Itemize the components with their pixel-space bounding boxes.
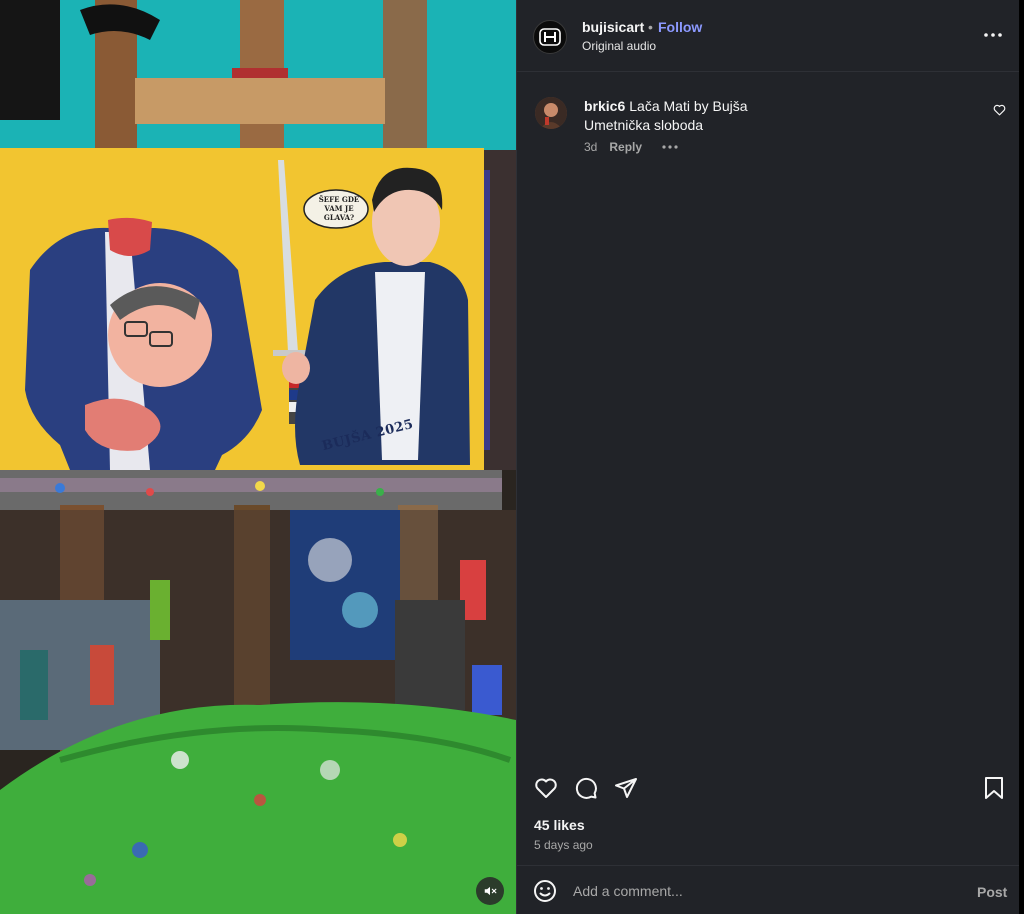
- comment-like-button[interactable]: [993, 103, 1006, 121]
- author-username[interactable]: bujisicart: [582, 19, 644, 35]
- emoji-button[interactable]: [533, 879, 557, 903]
- comment-meta: 3d Reply: [584, 140, 678, 154]
- comment-item: brkic6 Lača Mati by Bujša Umetnička slobo…: [533, 93, 1008, 163]
- comment-line-1: Lača Mati by Bujša: [629, 98, 748, 114]
- post-media[interactable]: ŠEFE GDE VAM JE GLAVA? BUJŠA 2025: [0, 0, 516, 914]
- header-separator: •: [648, 19, 653, 35]
- more-horizontal-icon: [662, 145, 678, 149]
- add-comment-bar: Post: [517, 865, 1020, 914]
- post-options-button[interactable]: [982, 24, 1004, 46]
- post-actions: [517, 770, 1020, 810]
- save-button[interactable]: [980, 774, 1008, 802]
- comment-text: brkic6 Lača Mati by Bujša Umetnička slobo…: [584, 97, 974, 135]
- heart-icon: [535, 778, 557, 798]
- emoji-icon: [534, 880, 556, 902]
- mute-button[interactable]: [476, 877, 504, 905]
- comment-options-button[interactable]: [662, 145, 678, 149]
- avatar-image: [535, 97, 567, 129]
- heart-icon: [993, 104, 1006, 116]
- post-panel: bujisicart • Follow Original audio brkic…: [516, 0, 1020, 914]
- comment-button[interactable]: [572, 774, 600, 802]
- commenter-username[interactable]: brkic6: [584, 98, 625, 114]
- reply-button[interactable]: Reply: [609, 140, 642, 154]
- bookmark-icon: [985, 777, 1003, 799]
- painting-photo: [0, 0, 516, 914]
- share-icon: [615, 778, 637, 798]
- comment-time[interactable]: 3d: [584, 140, 597, 154]
- commenter-avatar[interactable]: [535, 97, 567, 129]
- post-timestamp[interactable]: 5 days ago: [534, 838, 593, 852]
- speaker-muted-icon: [484, 886, 497, 896]
- comment-input[interactable]: [573, 878, 953, 904]
- comment-line-2: Umetnička sloboda: [584, 117, 704, 133]
- follow-button[interactable]: Follow: [658, 19, 702, 35]
- honda-logo-icon: [539, 28, 561, 46]
- post-header: bujisicart • Follow Original audio: [517, 0, 1020, 72]
- comment-icon: [575, 777, 597, 799]
- author-avatar[interactable]: [533, 20, 567, 54]
- more-horizontal-icon: [984, 33, 1002, 37]
- like-button[interactable]: [532, 774, 560, 802]
- likes-count[interactable]: 45 likes: [534, 817, 585, 833]
- post-comment-button[interactable]: Post: [977, 884, 1007, 900]
- window-edge: [1019, 0, 1024, 914]
- audio-label[interactable]: Original audio: [582, 39, 656, 53]
- share-button[interactable]: [612, 774, 640, 802]
- speech-bubble-text: ŠEFE GDE VAM JE GLAVA?: [318, 195, 360, 222]
